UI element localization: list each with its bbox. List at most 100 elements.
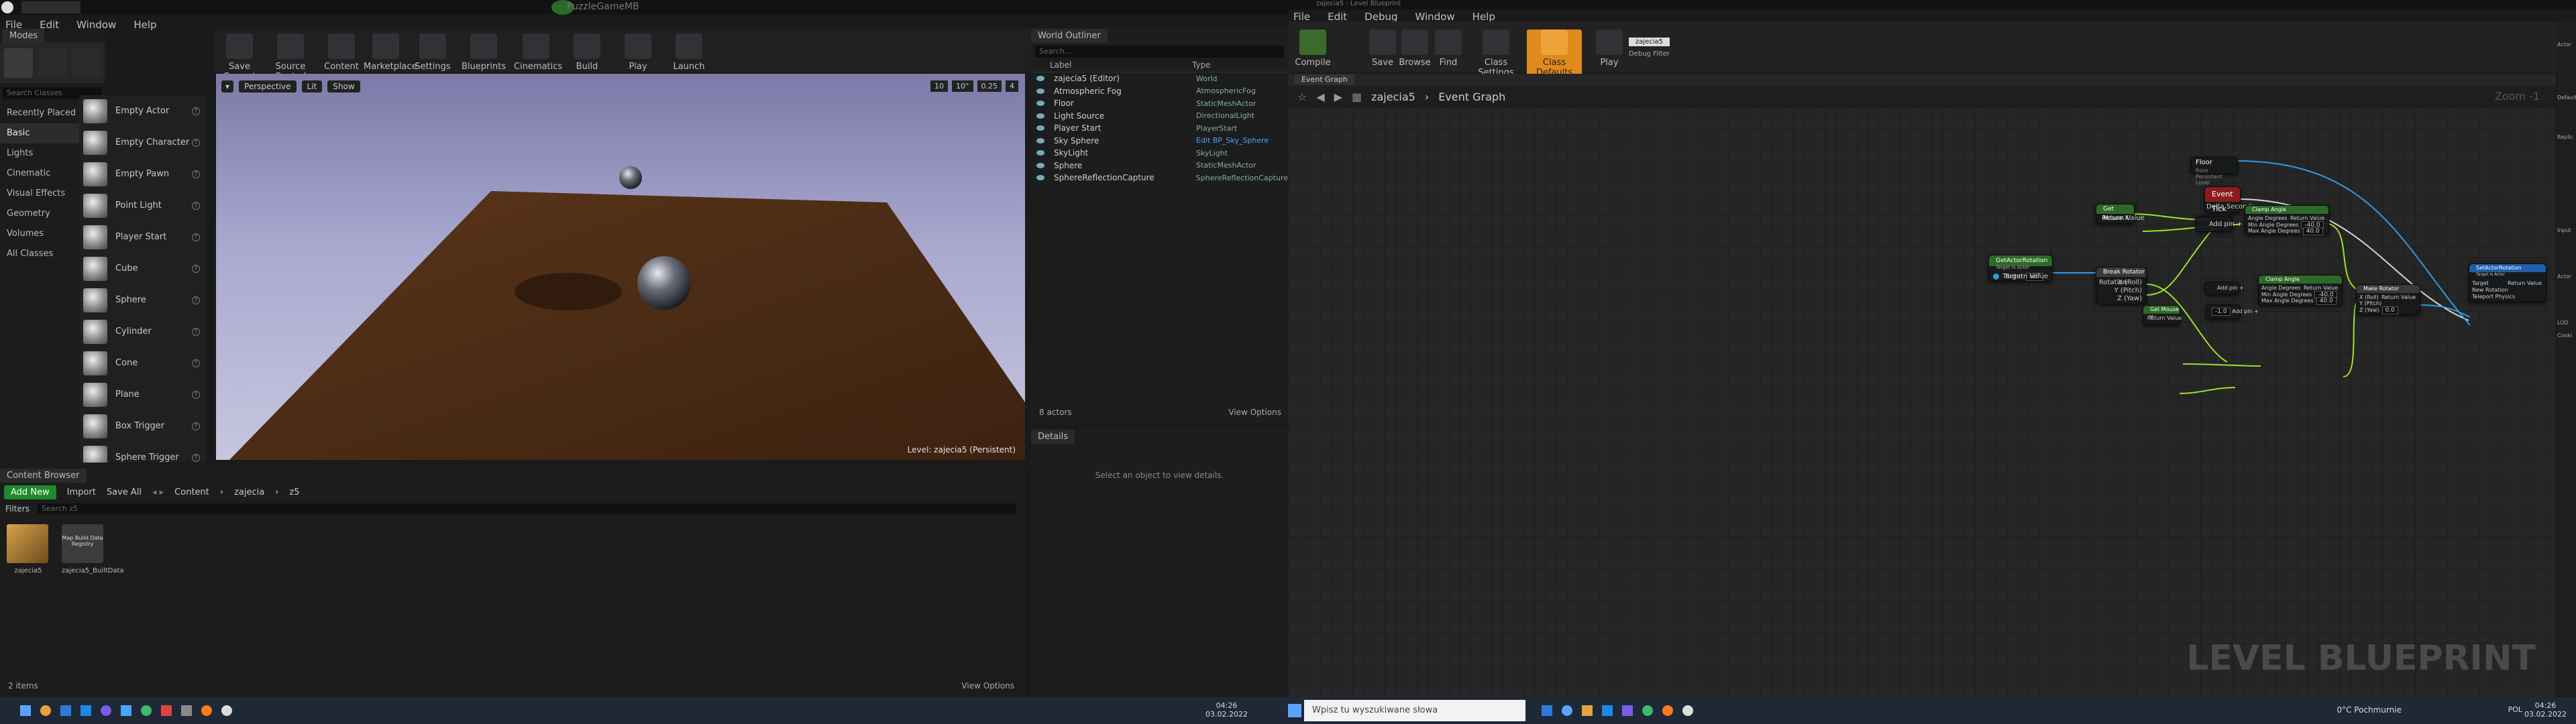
add-pin-button[interactable]: -1.0 Add pin + <box>2209 308 2259 316</box>
eye-icon[interactable] <box>1036 125 1044 131</box>
clamp-angle-node[interactable]: Clamp Angle Angle Degrees Min Angle Degr… <box>2245 205 2329 235</box>
debug-filter[interactable]: zajecia5 Debug Filter <box>1629 38 1670 58</box>
asset-tile[interactable]: Map Build Data Registry zajecia5_BuiltDa… <box>62 524 124 575</box>
roll-pin[interactable]: X (Roll) <box>2118 279 2142 286</box>
add-pin-button[interactable]: Add pin + <box>2217 285 2244 291</box>
app-icon[interactable] <box>161 705 172 716</box>
eye-icon[interactable] <box>1036 113 1044 119</box>
marketplace-button[interactable]: Marketplace <box>364 34 417 72</box>
paint-mode-icon[interactable] <box>38 48 67 78</box>
get-actor-rotation-node[interactable]: GetActorRotation Target is Actor Target s… <box>1988 255 2053 282</box>
level-tab[interactable] <box>21 1 80 13</box>
app-icon[interactable] <box>60 705 71 716</box>
menu-help[interactable]: Help <box>133 19 156 31</box>
yaw-pin[interactable]: Z (Yaw) 0.0 <box>2359 306 2398 314</box>
add-pin-button[interactable]: Add pin + <box>2209 221 2243 228</box>
help-icon[interactable]: ? <box>192 327 200 336</box>
help-icon[interactable]: ? <box>192 453 200 462</box>
taskbar-search-input[interactable]: Wpisz tu wyszukiwane słowa <box>1304 700 1525 721</box>
return-value-pin[interactable]: Return Value <box>2005 273 2048 280</box>
outliner-row[interactable]: SphereReflectionCapture SphereReflectionC… <box>1031 172 1288 184</box>
angle-snap-value[interactable]: 10° <box>952 80 973 92</box>
viewport-menu-button[interactable]: ▾ <box>221 80 234 93</box>
content-search-input[interactable]: Search z5 <box>37 503 1016 514</box>
place-item[interactable]: Point Light? <box>79 190 207 221</box>
place-item[interactable]: Empty Pawn? <box>79 158 207 190</box>
scale-snap-value[interactable]: 0.25 <box>977 80 1002 92</box>
level-viewport[interactable]: ▾ Perspective Lit Show 10 10° 0.25 4 Lev… <box>216 74 1025 460</box>
place-item[interactable]: Cylinder? <box>79 316 207 347</box>
world-outliner-tab[interactable]: World Outliner <box>1031 29 1108 43</box>
app-icon[interactable] <box>1642 705 1653 716</box>
new-rotation-pin[interactable]: New Rotation <box>2472 287 2508 293</box>
play-button[interactable]: Play <box>616 34 660 72</box>
return-value-pin[interactable]: Return Value <box>2381 294 2416 300</box>
content-view-options[interactable]: View Options <box>961 681 1014 690</box>
help-icon[interactable]: ? <box>192 201 200 210</box>
app-icon[interactable] <box>121 705 131 716</box>
eye-icon[interactable] <box>1036 137 1044 143</box>
debug-filter-select[interactable]: zajecia5 <box>1629 38 1670 46</box>
outliner-view-options[interactable]: View Options <box>1228 408 1281 417</box>
place-mode-icon[interactable] <box>4 48 33 78</box>
launch-button[interactable]: Launch <box>667 34 711 72</box>
return-value-pin[interactable]: Return Value <box>2508 280 2542 286</box>
return-value-pin[interactable]: Return Value <box>2147 315 2182 321</box>
perspective-button[interactable]: Perspective <box>239 80 297 93</box>
make-rotator-node[interactable]: Make Rotator X (Roll) Y (Pitch) Z (Yaw) 0… <box>2356 284 2420 315</box>
event-graph-canvas[interactable]: ☆ ◀ ▶ ▦ zajecia5 › Event Graph Zoom -1 E… <box>1288 86 2556 697</box>
build-button[interactable]: Build <box>565 34 609 72</box>
eye-icon[interactable] <box>1036 162 1044 168</box>
place-item[interactable]: Empty Character? <box>79 127 207 158</box>
help-icon[interactable]: ? <box>192 233 200 241</box>
help-icon[interactable]: ? <box>192 107 200 115</box>
import-button[interactable]: Import <box>67 487 96 497</box>
help-icon[interactable]: ? <box>192 170 200 178</box>
break-rotator-node[interactable]: Break Rotator Rotation X (Roll) Y (Pitch… <box>2096 267 2147 304</box>
pitch-pin[interactable]: Y (Pitch) <box>2359 300 2381 306</box>
find-button[interactable]: Find <box>1426 29 1470 68</box>
path-z5[interactable]: z5 <box>289 487 299 497</box>
app-icon[interactable] <box>40 705 51 716</box>
place-item[interactable]: Plane? <box>79 379 207 410</box>
place-item[interactable]: Sphere? <box>79 284 207 316</box>
show-button[interactable]: Show <box>327 80 360 93</box>
edge-icon[interactable] <box>1562 705 1572 716</box>
app-icon[interactable] <box>181 705 192 716</box>
unreal-taskbar-icon[interactable] <box>1682 705 1693 716</box>
app-icon[interactable] <box>1622 705 1633 716</box>
path-content[interactable]: Content <box>174 487 209 497</box>
outliner-row[interactable]: zajecia5 (Editor) World <box>1031 72 1288 85</box>
eye-icon[interactable] <box>1036 175 1044 181</box>
path-zajecia[interactable]: zajecia <box>234 487 264 497</box>
add-node[interactable]: -1.0 Add pin + <box>2206 304 2259 319</box>
sphere-actor[interactable] <box>637 256 691 310</box>
firefox-icon[interactable] <box>201 705 212 716</box>
content-browser-tab[interactable]: Content Browser <box>0 469 87 483</box>
place-item[interactable]: Cube? <box>79 253 207 284</box>
grid-snap-value[interactable]: 10 <box>930 80 948 92</box>
max-angle-pin[interactable]: Max Angle Degrees 40.0 <box>2248 227 2323 235</box>
add-new-button[interactable]: Add New <box>4 485 56 499</box>
pitch-pin[interactable]: Y (Pitch) <box>2114 287 2142 294</box>
place-item[interactable]: Player Start? <box>79 221 207 253</box>
clamp-angle-node[interactable]: Clamp Angle Angle Degrees Min Angle Degr… <box>2258 275 2343 306</box>
filters-button[interactable]: Filters <box>5 504 30 514</box>
floor-reference-node[interactable]: Floor from Persistent Level <box>2191 157 2238 186</box>
outliner-row[interactable]: Sphere StaticMeshActor <box>1031 160 1288 172</box>
unreal-taskbar-icon[interactable] <box>221 705 232 716</box>
outliner-search-input[interactable]: Search... <box>1035 46 1284 58</box>
help-icon[interactable]: ? <box>192 359 200 367</box>
get-mouse-x-node[interactable]: Get Mouse X Return Value <box>2096 204 2145 224</box>
compile-button[interactable]: Compile <box>1291 29 1335 68</box>
yaw-pin[interactable]: Z (Yaw) <box>2117 295 2142 302</box>
weather-widget[interactable]: 0°C Pochmurnie <box>2337 705 2402 715</box>
blueprints-button[interactable]: Blueprints <box>462 34 506 72</box>
app-icon[interactable] <box>1602 705 1613 716</box>
event-graph-tab[interactable]: Event Graph <box>1295 74 1354 84</box>
return-value-pin[interactable]: Return Value <box>2304 285 2338 291</box>
eye-icon[interactable] <box>1036 76 1044 82</box>
event-tick-node[interactable]: Event Tick Delta Seconds <box>2204 186 2255 213</box>
outliner-row[interactable]: Sky Sphere Edit BP_Sky_Sphere <box>1031 135 1288 147</box>
bp-play-button[interactable]: Play <box>1587 29 1631 68</box>
